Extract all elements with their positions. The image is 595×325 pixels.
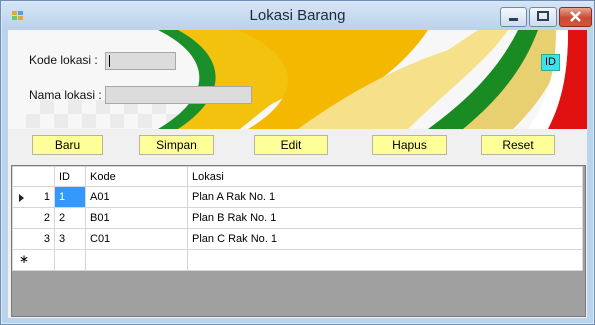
minimize-icon <box>509 18 518 21</box>
baru-button[interactable]: Baru <box>32 135 103 155</box>
new-row[interactable]: ∗ <box>12 249 583 271</box>
form-client-area: Kode lokasi : Nama lokasi : ID Baru Simp… <box>8 30 587 318</box>
table-row[interactable]: 3 3 C01 Plan C Rak No. 1 <box>12 228 583 250</box>
cell-kode[interactable]: A01 <box>85 186 188 208</box>
text-caret <box>109 55 110 67</box>
table-row[interactable]: 2 2 B01 Plan B Rak No. 1 <box>12 207 583 229</box>
grid-table: ID Kode Lokasi 1 1 A01 Plan A Rak No. 1 … <box>12 166 583 271</box>
cell-lokasi[interactable]: Plan A Rak No. 1 <box>187 186 583 208</box>
cell-kode[interactable]: B01 <box>85 207 188 229</box>
simpan-button[interactable]: Simpan <box>139 135 214 155</box>
row-header-corner <box>12 166 55 187</box>
banner-background: Kode lokasi : Nama lokasi : ID <box>8 30 587 129</box>
new-row-star-icon: ∗ <box>19 252 30 266</box>
row-number: 3 <box>43 233 50 245</box>
close-icon <box>570 11 581 22</box>
cell-id[interactable] <box>54 249 86 271</box>
row-number: 2 <box>43 212 50 224</box>
cell-kode[interactable]: C01 <box>85 228 188 250</box>
edit-button[interactable]: Edit <box>254 135 328 155</box>
column-header-kode[interactable]: Kode <box>85 166 188 187</box>
column-header-lokasi[interactable]: Lokasi <box>187 166 583 187</box>
row-header[interactable]: 1 <box>12 186 55 208</box>
row-number: 1 <box>43 191 50 203</box>
column-header-id[interactable]: ID <box>54 166 86 187</box>
kode-lokasi-input[interactable] <box>105 52 176 70</box>
minimize-button[interactable] <box>500 7 527 27</box>
nama-lokasi-label: Nama lokasi : <box>29 88 102 102</box>
row-header[interactable]: ∗ <box>12 249 55 271</box>
maximize-icon <box>537 11 549 21</box>
grid-header-row: ID Kode Lokasi <box>12 166 583 187</box>
cell-kode[interactable] <box>85 249 188 271</box>
id-tag: ID <box>541 54 560 71</box>
cell-lokasi[interactable] <box>187 249 583 271</box>
row-header[interactable]: 2 <box>12 207 55 229</box>
cell-id[interactable]: 3 <box>54 228 86 250</box>
current-row-arrow-icon <box>19 194 24 202</box>
cell-lokasi[interactable]: Plan B Rak No. 1 <box>187 207 583 229</box>
kode-lokasi-label: Kode lokasi : <box>29 53 98 67</box>
table-row[interactable]: 1 1 A01 Plan A Rak No. 1 <box>12 186 583 208</box>
nama-lokasi-input[interactable] <box>105 86 252 104</box>
banner-graphic <box>8 30 587 129</box>
hapus-button[interactable]: Hapus <box>372 135 447 155</box>
cell-lokasi[interactable]: Plan C Rak No. 1 <box>187 228 583 250</box>
maximize-button[interactable] <box>529 7 557 27</box>
row-header[interactable]: 3 <box>12 228 55 250</box>
close-button[interactable] <box>559 7 592 27</box>
cell-id[interactable]: 2 <box>54 207 86 229</box>
main-window: Lokasi Barang Kode lokasi: Nama lokasi … <box>0 0 595 325</box>
reset-button[interactable]: Reset <box>481 135 555 155</box>
data-grid[interactable]: ID Kode Lokasi 1 1 A01 Plan A Rak No. 1 … <box>11 165 586 317</box>
title-bar[interactable]: Lokasi Barang <box>2 2 593 28</box>
cell-id[interactable]: 1 <box>54 186 86 208</box>
